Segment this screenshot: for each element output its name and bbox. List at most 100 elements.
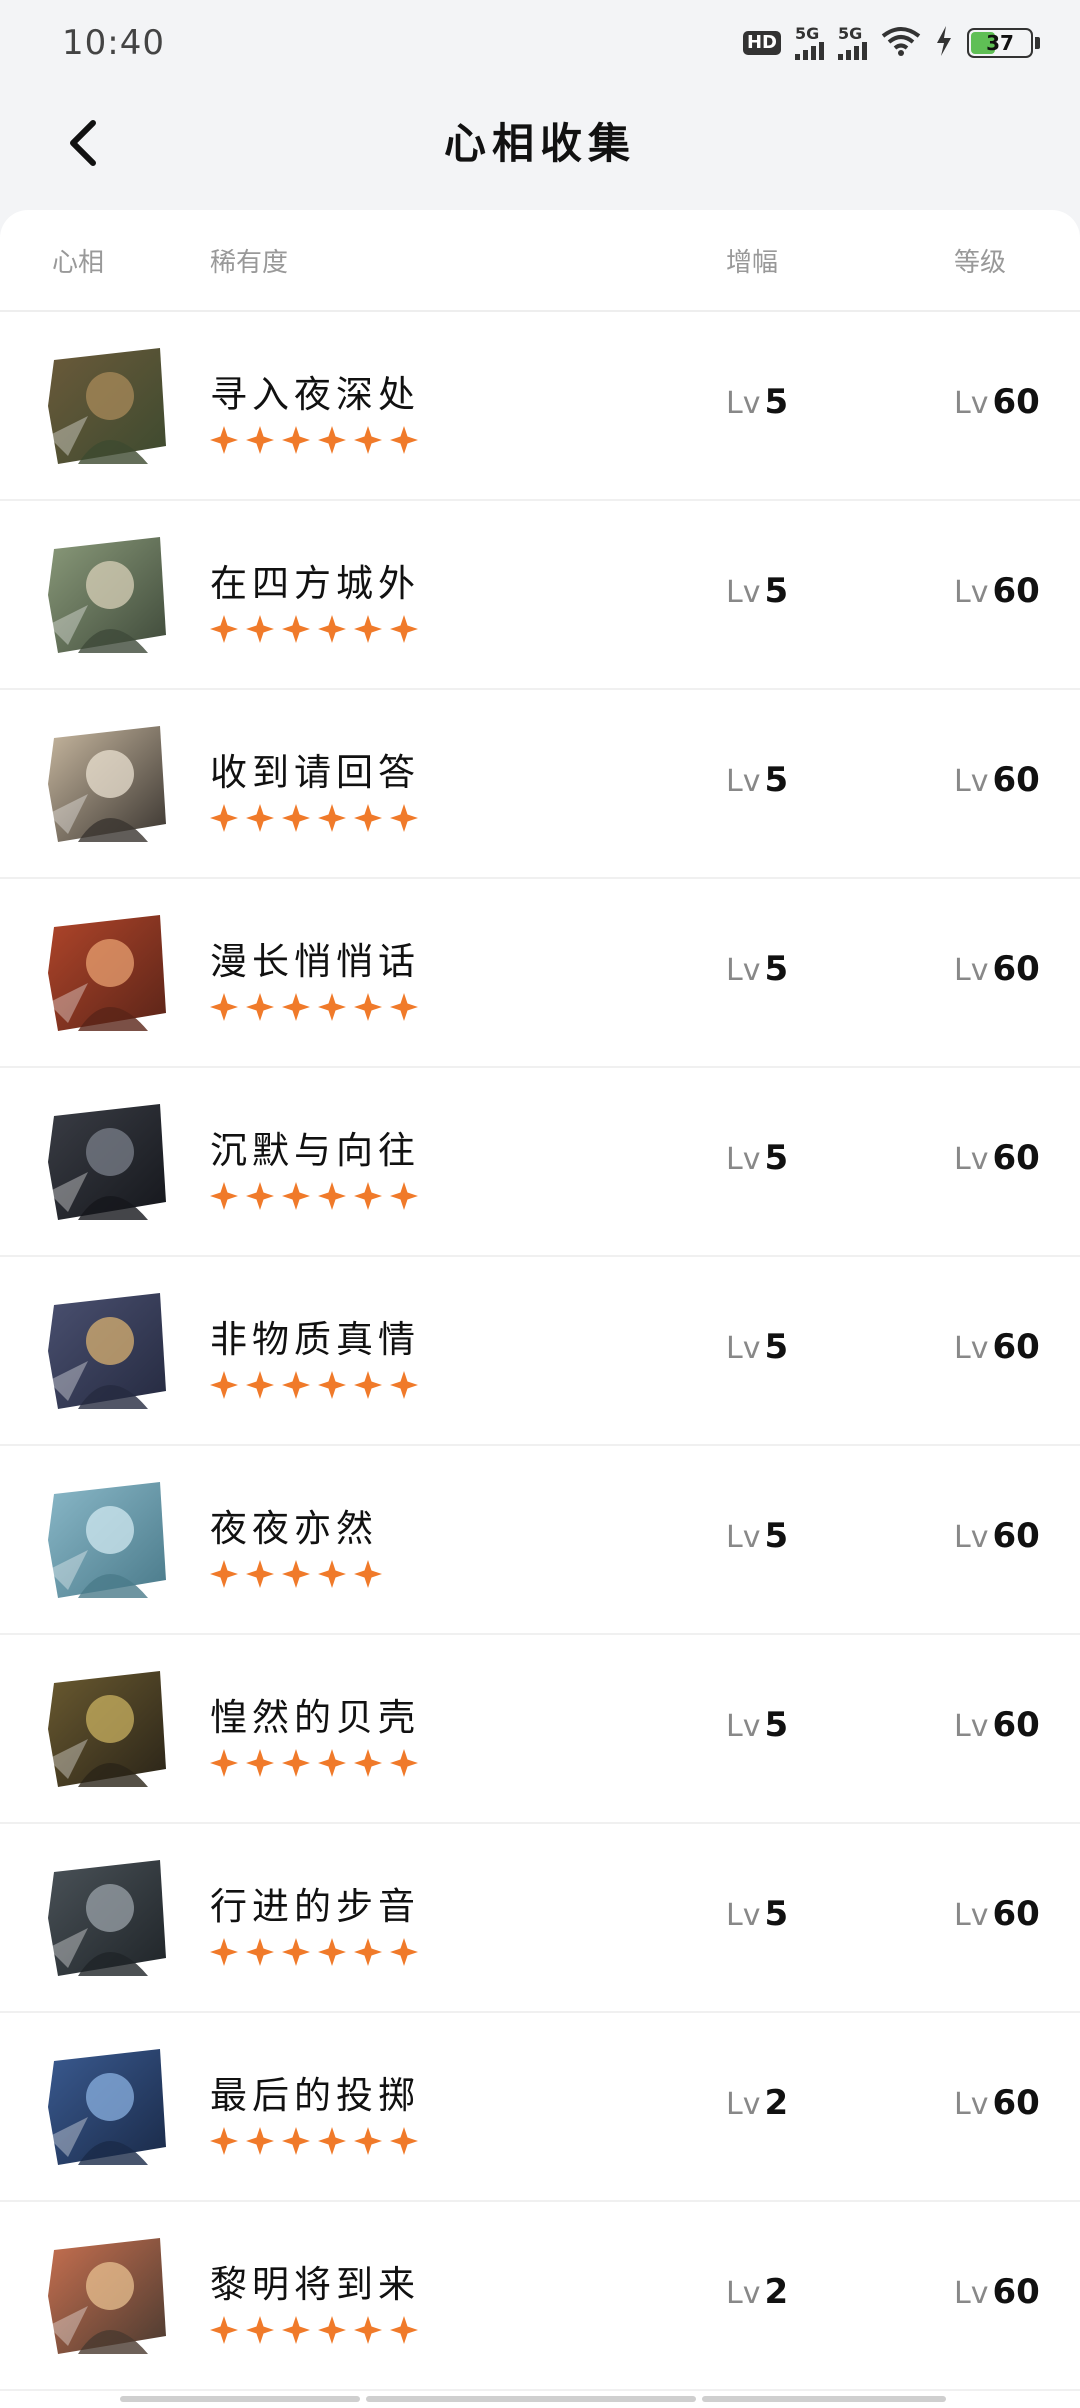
- rarity-star-icon: [246, 804, 274, 832]
- signal-icon-sim1: 5G: [795, 26, 824, 60]
- rarity-star-icon: [318, 804, 346, 832]
- level-value: Lv 60: [954, 382, 1040, 422]
- heart-portrait-image: [48, 1669, 166, 1787]
- table-row[interactable]: 寻入夜深处 Lv 5 Lv 60: [0, 312, 1080, 501]
- nav-bar: 心相收集: [0, 86, 1080, 206]
- table-row[interactable]: 收到请回答 Lv 5 Lv 60: [0, 690, 1080, 879]
- level-value: Lv 60: [954, 1516, 1040, 1556]
- rarity-star-icon: [282, 993, 310, 1021]
- heart-portrait-image: [48, 2236, 166, 2354]
- clock: 10:40: [62, 23, 165, 63]
- heart-portrait-image: [48, 913, 166, 1031]
- rarity-star-icon: [318, 1560, 346, 1588]
- battery-tip: [1035, 37, 1040, 49]
- table-row[interactable]: 黎明将到来 Lv 2 Lv 60: [0, 2202, 1080, 2391]
- heart-portrait-image: [48, 724, 166, 842]
- rarity-star-icon: [318, 1182, 346, 1210]
- table-row[interactable]: 夜夜亦然 Lv 5 Lv 60: [0, 1446, 1080, 1635]
- rarity-star-icon: [354, 426, 382, 454]
- rarity-star-icon: [318, 1749, 346, 1777]
- rarity-star-icon: [210, 1371, 238, 1399]
- rarity-star-icon: [390, 1938, 418, 1966]
- table-row[interactable]: 最后的投掷 Lv 2 Lv 60: [0, 2013, 1080, 2202]
- level-value: Lv 60: [954, 1327, 1040, 1367]
- heart-name: 非物质真情: [210, 1318, 420, 1361]
- rarity-star-icon: [246, 1182, 274, 1210]
- rarity-star-icon: [246, 2316, 274, 2344]
- heart-name: 在四方城外: [210, 562, 420, 605]
- rarity-stars: [210, 426, 418, 454]
- heart-name: 收到请回答: [210, 751, 420, 794]
- table-row[interactable]: 在四方城外 Lv 5 Lv 60: [0, 501, 1080, 690]
- rarity-star-icon: [318, 1371, 346, 1399]
- rarity-star-icon: [282, 615, 310, 643]
- rarity-star-icon: [246, 1938, 274, 1966]
- rarity-star-icon: [354, 2316, 382, 2344]
- rarity-star-icon: [282, 1938, 310, 1966]
- rarity-star-icon: [246, 426, 274, 454]
- level-value: Lv 60: [954, 1705, 1040, 1745]
- table-row[interactable]: 沉默与向往 Lv 5 Lv 60: [0, 1068, 1080, 1257]
- rarity-stars: [210, 615, 418, 643]
- amplification-value: Lv 5: [726, 1327, 789, 1367]
- back-button[interactable]: [48, 108, 118, 178]
- table-row[interactable]: 惶然的贝壳 Lv 5 Lv 60: [0, 1635, 1080, 1824]
- rarity-star-icon: [210, 1749, 238, 1777]
- heart-name: 沉默与向往: [210, 1129, 420, 1172]
- level-value: Lv 60: [954, 1894, 1040, 1934]
- rarity-star-icon: [318, 615, 346, 643]
- column-header-heart: 心相: [52, 247, 105, 278]
- rarity-star-icon: [354, 804, 382, 832]
- heart-portrait-image: [48, 2047, 166, 2165]
- wifi-icon: [881, 26, 921, 60]
- heart-name: 最后的投掷: [210, 2074, 420, 2117]
- heart-portrait-image: [48, 1480, 166, 1598]
- table-row[interactable]: 非物质真情 Lv 5 Lv 60: [0, 1257, 1080, 1446]
- rarity-star-icon: [390, 804, 418, 832]
- table-header: 心相 稀有度 增幅 等级: [0, 210, 1080, 312]
- rarity-stars: [210, 1749, 418, 1777]
- rarity-stars: [210, 1182, 418, 1210]
- chevron-left-icon: [70, 120, 96, 166]
- rarity-stars: [210, 993, 418, 1021]
- rarity-star-icon: [282, 1182, 310, 1210]
- rarity-star-icon: [390, 1371, 418, 1399]
- rarity-star-icon: [282, 1749, 310, 1777]
- rarity-star-icon: [246, 993, 274, 1021]
- rarity-stars: [210, 2316, 418, 2344]
- rarity-star-icon: [210, 993, 238, 1021]
- rarity-star-icon: [318, 2127, 346, 2155]
- level-value: Lv 60: [954, 760, 1040, 800]
- signal-icon-sim2: 5G: [838, 26, 867, 60]
- rarity-star-icon: [354, 615, 382, 643]
- level-value: Lv 60: [954, 949, 1040, 989]
- column-header-amplification: 增幅: [726, 247, 779, 278]
- rarity-star-icon: [210, 615, 238, 643]
- rarity-star-icon: [282, 2316, 310, 2344]
- level-value: Lv 60: [954, 571, 1040, 611]
- rarity-star-icon: [210, 426, 238, 454]
- amplification-value: Lv 2: [726, 2272, 789, 2312]
- rarity-stars: [210, 804, 418, 832]
- rarity-star-icon: [390, 2127, 418, 2155]
- column-header-level: 等级: [954, 247, 1007, 278]
- rarity-star-icon: [246, 615, 274, 643]
- rarity-stars: [210, 1560, 382, 1588]
- amplification-value: Lv 5: [726, 1138, 789, 1178]
- rarity-star-icon: [210, 1182, 238, 1210]
- page-title: 心相收集: [443, 118, 636, 168]
- battery-icon: 37: [967, 28, 1033, 58]
- rarity-star-icon: [318, 426, 346, 454]
- heart-name: 漫长悄悄话: [210, 940, 420, 983]
- rarity-star-icon: [318, 1938, 346, 1966]
- amplification-value: Lv 5: [726, 1516, 789, 1556]
- table-row[interactable]: 行进的步音 Lv 5 Lv 60: [0, 1824, 1080, 2013]
- rarity-stars: [210, 1938, 418, 1966]
- heart-name: 惶然的贝壳: [210, 1696, 420, 1739]
- column-header-rarity: 稀有度: [210, 247, 289, 278]
- heart-name: 黎明将到来: [210, 2263, 420, 2306]
- rarity-star-icon: [210, 1560, 238, 1588]
- rarity-star-icon: [282, 426, 310, 454]
- heart-name: 行进的步音: [210, 1885, 420, 1928]
- table-row[interactable]: 漫长悄悄话 Lv 5 Lv 60: [0, 879, 1080, 1068]
